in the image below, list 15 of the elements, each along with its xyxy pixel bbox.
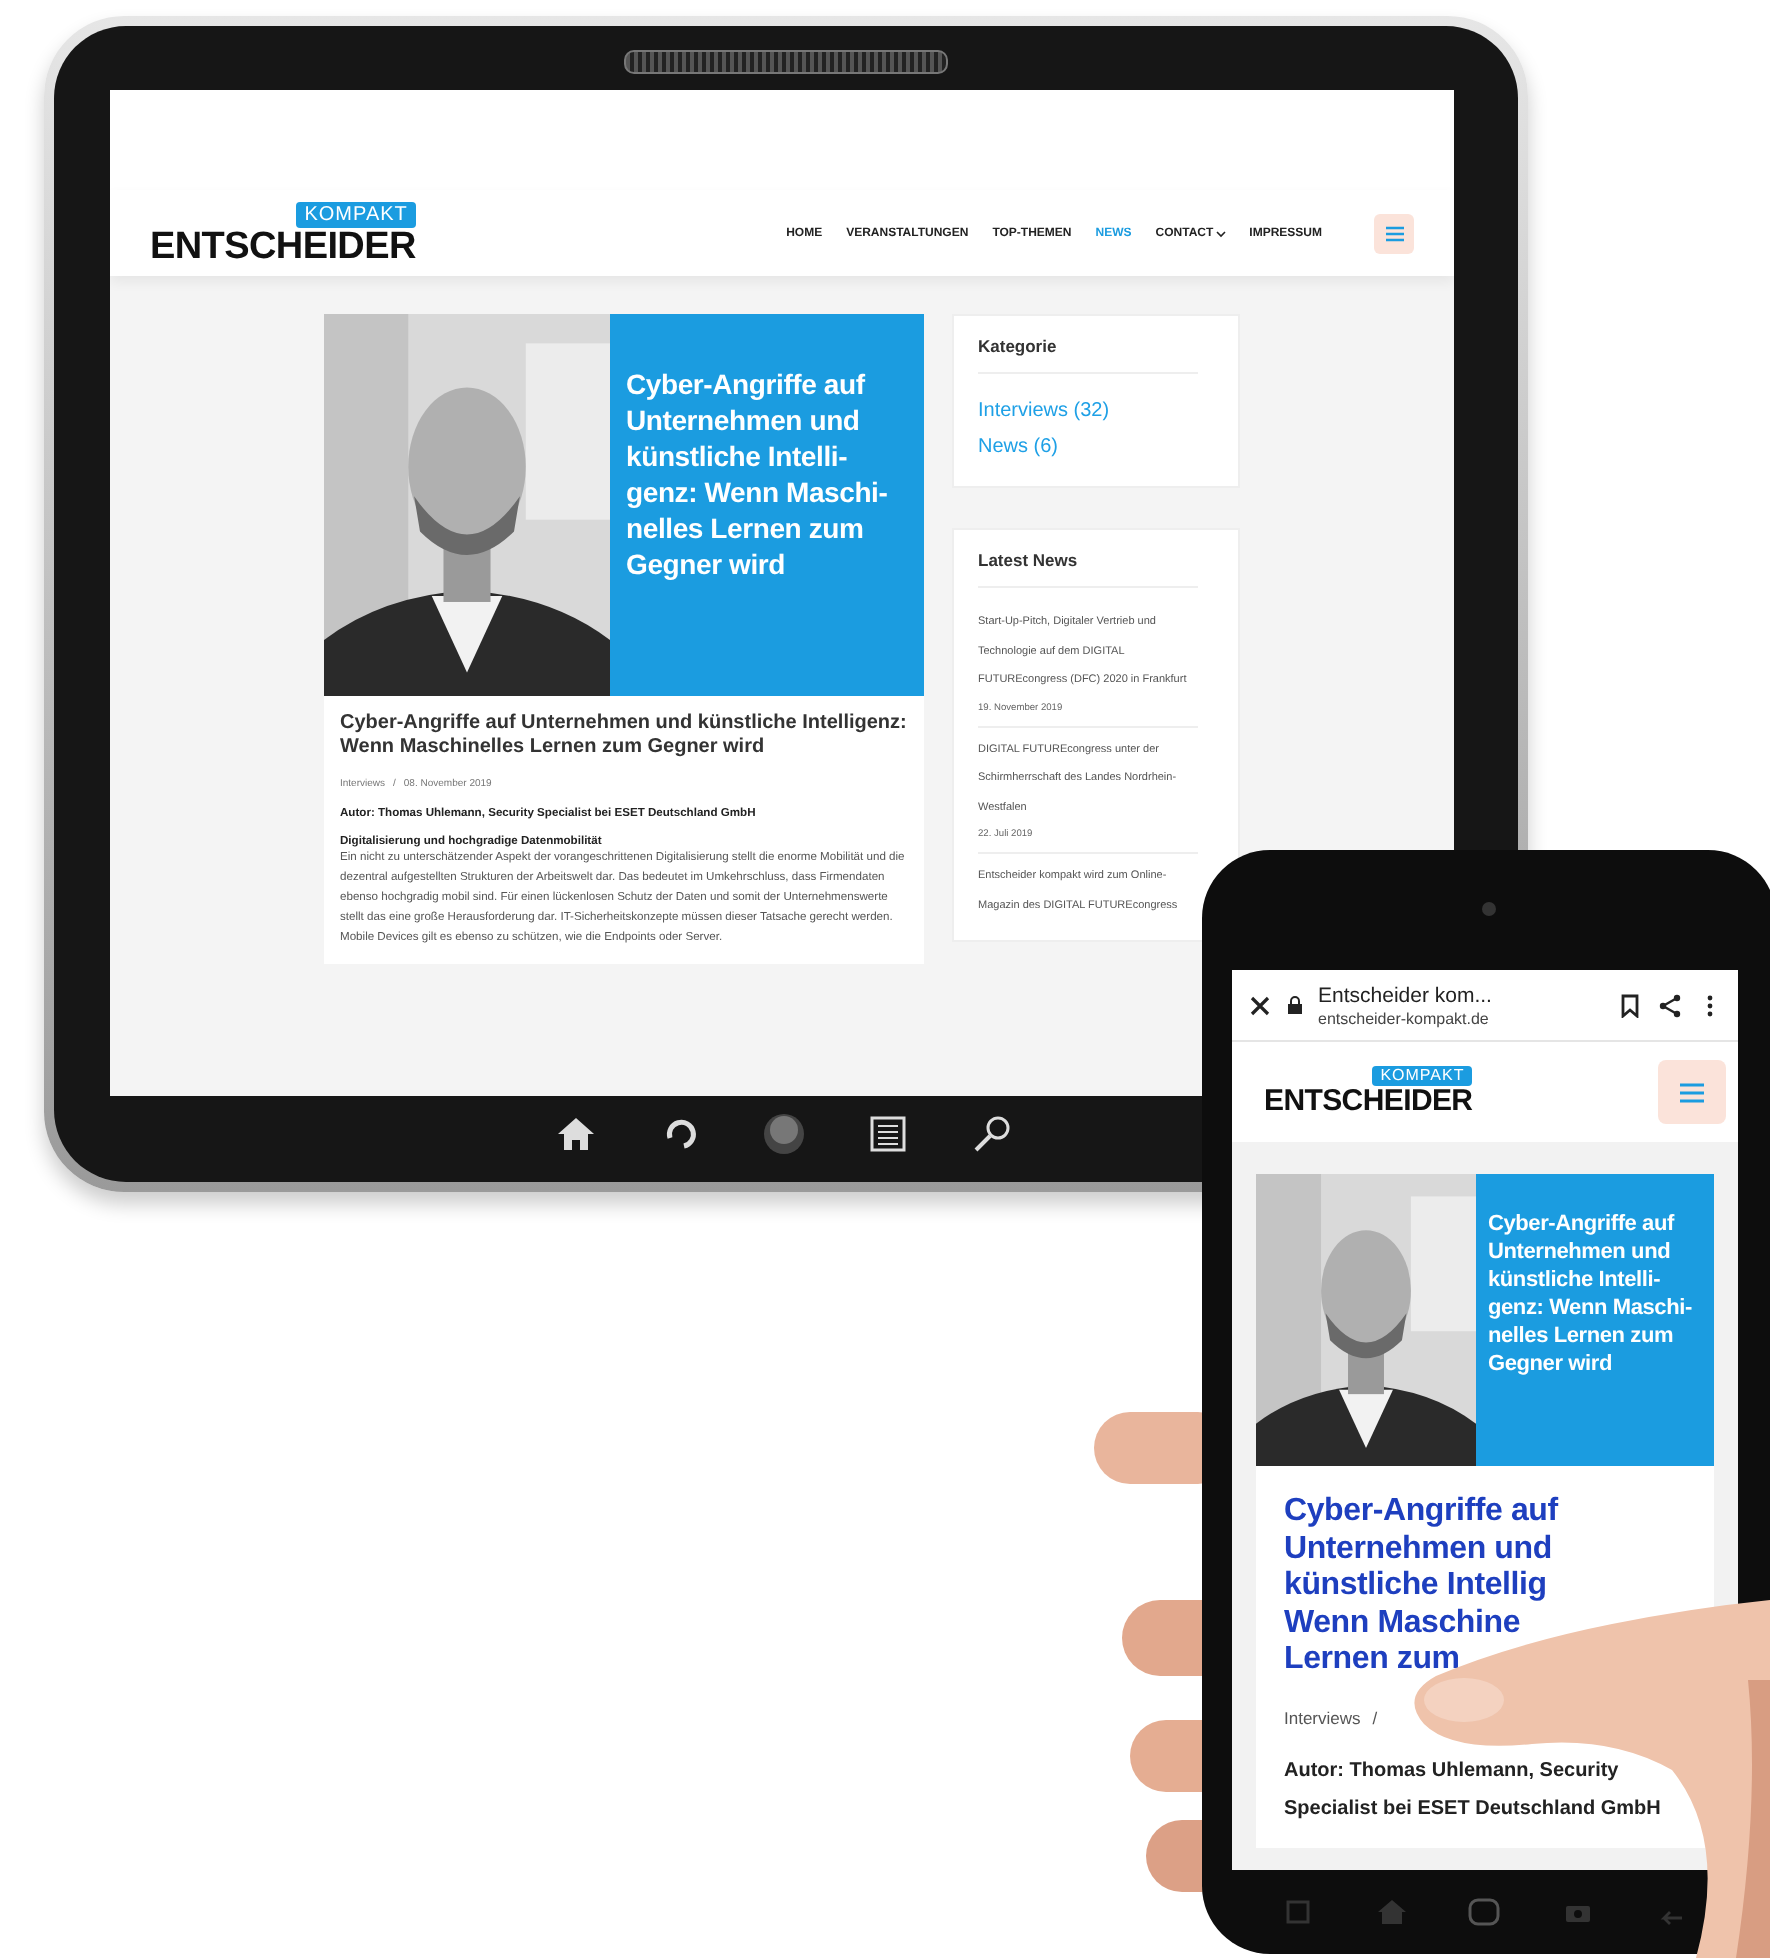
category-link[interactable]: Interviews — [1284, 1707, 1361, 1727]
logo-wordmark: ENTSCHEIDER — [150, 227, 416, 265]
article-title: Cyber-Angriffe auf Unternehmen und künstliche Intellig Wenn Maschine Lernen zum — [1284, 1494, 1558, 1679]
article-title: Cyber-Angriffe auf Unternehmen und künstliche Intelligenz: Wenn Maschinelles Lernen zum Gegner wird — [340, 712, 908, 760]
logo-wordmark: ENTSCHEIDER — [1264, 1086, 1473, 1118]
image-headline: Cyber-Angriffe auf Unternehmen und künstliche Intelli- genz: Wenn Maschi- nelles Lernen zum Gegner wird — [1488, 1210, 1694, 1378]
logo-badge: KOMPAKT — [1372, 1066, 1473, 1086]
page-title: Entscheider kom... — [1318, 983, 1494, 1007]
logo-badge: KOMPAKT — [296, 201, 416, 227]
author-line: Autor: Thomas Uhlemann, Security Specialist bei ESET Deutschland GmbH — [1284, 1757, 1663, 1823]
widget-title: Latest News — [978, 550, 1198, 588]
separator: / — [1372, 1707, 1378, 1727]
widget-title: Kategorie — [978, 336, 1198, 374]
image-headline: Cyber-Angriffe auf Unternehmen und künstliche Intelli- genz: Wenn Maschi- nelles Lernen zum Gegner wird — [626, 366, 890, 582]
url-text: entscheider-kompakt.de — [1318, 1009, 1491, 1027]
